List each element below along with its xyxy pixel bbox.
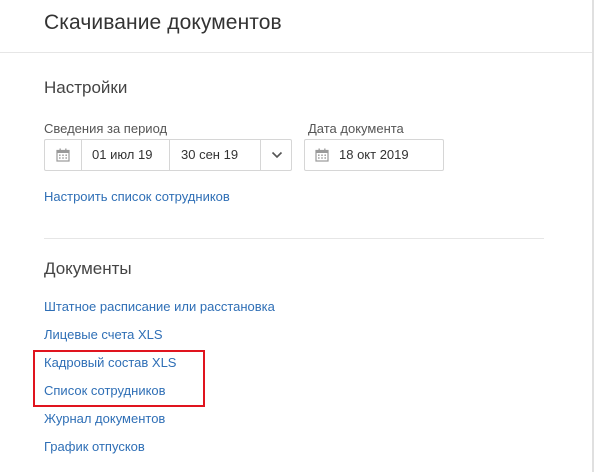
personal-accounts-xls-link[interactable]: Лицевые счета XLS bbox=[44, 327, 163, 342]
staffing-schedule-link[interactable]: Штатное расписание или расстановка bbox=[44, 299, 275, 314]
documents-journal-link[interactable]: Журнал документов bbox=[44, 411, 165, 426]
document-date-picker[interactable]: 18 окт 2019 bbox=[304, 139, 444, 171]
period-picker[interactable]: 01 июл 19 30 сен 19 bbox=[44, 139, 292, 171]
period-from-input[interactable]: 01 июл 19 bbox=[82, 140, 170, 170]
document-date-label: Дата документа bbox=[308, 121, 404, 136]
vacation-schedule-link[interactable]: График отпусков bbox=[44, 439, 145, 454]
calendar-icon[interactable] bbox=[305, 140, 339, 170]
page-header: Скачивание документов bbox=[0, 0, 594, 53]
calendar-icon[interactable] bbox=[45, 140, 82, 170]
section-divider bbox=[44, 238, 544, 239]
period-label: Сведения за период bbox=[44, 121, 168, 136]
page-title: Скачивание документов bbox=[44, 11, 282, 34]
chevron-down-icon[interactable] bbox=[262, 140, 291, 170]
employee-list-link[interactable]: Список сотрудников bbox=[44, 383, 166, 398]
setup-employee-list-link[interactable]: Настроить список сотрудников bbox=[44, 189, 230, 204]
download-documents-page: Скачивание документов Настройки Сведения… bbox=[0, 0, 594, 472]
period-to-input[interactable]: 30 сен 19 bbox=[171, 140, 261, 170]
staff-composition-xls-link[interactable]: Кадровый состав XLS bbox=[44, 355, 176, 370]
settings-title: Настройки bbox=[44, 78, 128, 97]
document-date-input[interactable]: 18 окт 2019 bbox=[339, 140, 409, 170]
documents-title: Документы bbox=[44, 259, 132, 278]
